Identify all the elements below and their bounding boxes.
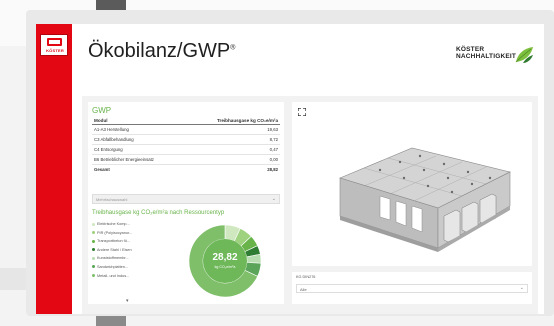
chevron-down-icon: ⌄ xyxy=(271,196,276,202)
legend-dot xyxy=(92,248,95,252)
module-cell: C4 Entsorgung xyxy=(92,144,186,155)
filter-label: KG DIN276 xyxy=(296,275,316,279)
gwp-heading: GWP xyxy=(92,106,112,115)
leaf-icon xyxy=(515,47,533,63)
expand-icon[interactable] xyxy=(298,108,306,116)
chevron-down-icon: ⌄ xyxy=(519,285,524,291)
legend-dot xyxy=(92,231,95,235)
chevron-down-icon[interactable]: ▾ xyxy=(126,298,129,304)
legend-dot xyxy=(92,274,95,278)
sidebar-red: KÖSTER xyxy=(36,24,72,314)
page-title: Ökobilanz/GWP® xyxy=(88,40,236,62)
total-value: 28,82 xyxy=(185,164,280,174)
table-row[interactable]: C4 Entsorgung 0,47 xyxy=(92,144,280,155)
legend-label: Metall- und Indus... xyxy=(97,273,130,278)
legend-label: Elektrische Komp... xyxy=(97,222,130,226)
filter-card: KG DIN276 Alle ⌄ xyxy=(292,272,532,304)
resource-donut-chart: 28,82 kg CO₂e/m²a xyxy=(170,220,280,302)
total-row: Gesamt 28,82 xyxy=(92,164,280,174)
koester-logo[interactable]: KÖSTER xyxy=(40,34,68,56)
legend-item[interactable]: Transportbeton fü... xyxy=(92,237,160,246)
gwp-table: Modul Treibhausgase kg CO₂e/m²a A1-A3 He… xyxy=(92,116,280,174)
donut-total-value: 28,82 xyxy=(212,252,238,263)
multiselect-placeholder: Mehrfachauswahl xyxy=(96,197,128,202)
donut-unit: kg CO₂e/m²a xyxy=(214,265,236,269)
legend-dot xyxy=(92,256,95,260)
total-label: Gesamt xyxy=(92,164,186,174)
value-cell: 0,00 xyxy=(185,154,280,165)
logo-text: KÖSTER xyxy=(46,48,64,53)
legend-item[interactable]: Kunststoffmembr... xyxy=(92,254,160,263)
legend-label: Andere Stahl / Eisen xyxy=(97,247,132,252)
table-row[interactable]: B6 Betrieblicher Energieeinsatz 0,00 xyxy=(92,154,280,165)
legend-dot xyxy=(92,265,95,269)
column-header-module: Modul xyxy=(92,116,186,125)
legend-label: Sandwichplatten... xyxy=(97,264,129,269)
brand-logo: KÖSTER NACHHALTIGKEIT xyxy=(456,46,536,68)
building-3d-model[interactable] xyxy=(320,120,516,260)
legend-label: Transportbeton fü... xyxy=(97,239,130,244)
legend-item[interactable]: Metall- und Indus... xyxy=(92,272,160,281)
kg-din276-select[interactable]: Alle ⌄ xyxy=(296,284,528,293)
legend-item[interactable]: Andere Stahl / Eisen xyxy=(92,246,160,255)
background-post xyxy=(96,316,126,326)
legend-item[interactable]: Elektrische Komp... xyxy=(92,220,160,229)
module-cell: A1-A3 Herstellung xyxy=(92,124,186,135)
legend-dot xyxy=(92,239,95,243)
legend-item[interactable]: PIR (Polyisocyanur... xyxy=(92,229,160,238)
monitor-frame: KÖSTER Ökobilanz/GWP® KÖSTER NACHHALTIGK… xyxy=(26,10,554,316)
gwp-card: GWP Modul Treibhausgase kg CO₂e/m²a A1-A… xyxy=(88,102,284,304)
logo-mark-icon xyxy=(47,38,62,46)
legend-label: PIR (Polyisocyanur... xyxy=(97,230,133,235)
column-header-value: Treibhausgase kg CO₂e/m²a xyxy=(185,116,280,125)
legend-label: Kunststoffmembr... xyxy=(97,256,129,261)
app-window: KÖSTER Ökobilanz/GWP® KÖSTER NACHHALTIGK… xyxy=(36,24,544,314)
resource-legend: Elektrische Komp... PIR (Polyisocyanur..… xyxy=(92,220,160,280)
value-cell: 19,63 xyxy=(185,124,280,135)
model-viewer-card[interactable] xyxy=(292,102,532,266)
value-cell: 0,47 xyxy=(185,144,280,155)
title-mark: ® xyxy=(230,44,236,52)
module-cell: C3 Abfallbehandlung xyxy=(92,134,186,145)
module-cell: B6 Betrieblicher Energieeinsatz xyxy=(92,154,186,165)
legend-dot xyxy=(92,222,95,226)
filter-value: Alle xyxy=(300,286,307,292)
legend-item[interactable]: Sandwichplatten... xyxy=(92,263,160,272)
dashboard-content: GWP Modul Treibhausgase kg CO₂e/m²a A1-A… xyxy=(82,96,538,314)
resource-chart-title: Treibhausgase kg CO₂e/m²a nach Ressource… xyxy=(92,210,225,216)
module-multiselect[interactable]: Mehrfachauswahl ⌄ xyxy=(92,194,280,204)
value-cell: 8,72 xyxy=(185,134,280,145)
table-row[interactable]: C3 Abfallbehandlung 8,72 xyxy=(92,134,280,145)
table-row[interactable]: A1-A3 Herstellung 19,63 xyxy=(92,124,280,135)
